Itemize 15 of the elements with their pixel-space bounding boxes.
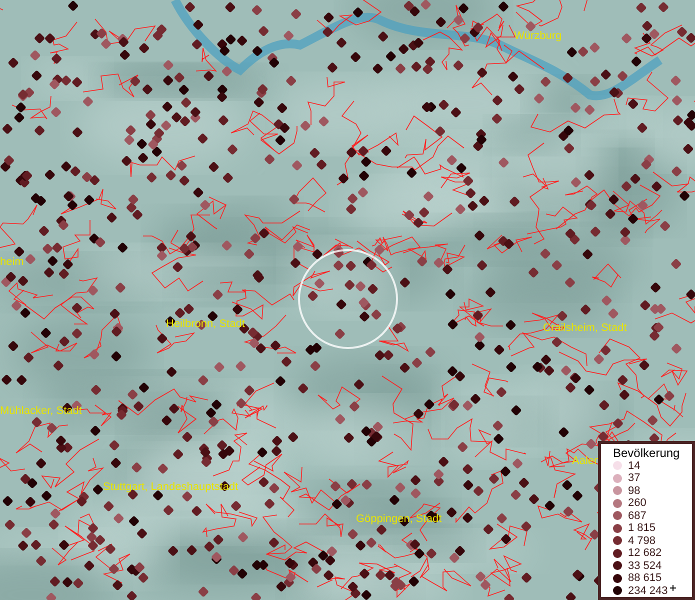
legend-value: 88 615 <box>628 572 662 584</box>
legend-value: 12 682 <box>628 547 662 560</box>
legend-value: 234 243 <box>628 584 668 597</box>
legend-value: 98 <box>628 484 640 497</box>
legend-value: 33 524 <box>628 560 662 572</box>
legend-value: 1 815 <box>628 522 656 534</box>
legend-value: 37 <box>628 472 640 484</box>
legend-value: 260 <box>628 497 646 510</box>
legend-title: Bevölkerung <box>613 446 681 460</box>
legend-value: 14 <box>628 460 640 472</box>
legend-value: 4 798 <box>628 534 656 547</box>
legend-value: 687 <box>628 510 646 522</box>
place-label: heim <box>0 256 24 268</box>
place-label: Mühlacker, Stadt <box>0 405 82 417</box>
place-label: Würzburg <box>514 30 562 42</box>
